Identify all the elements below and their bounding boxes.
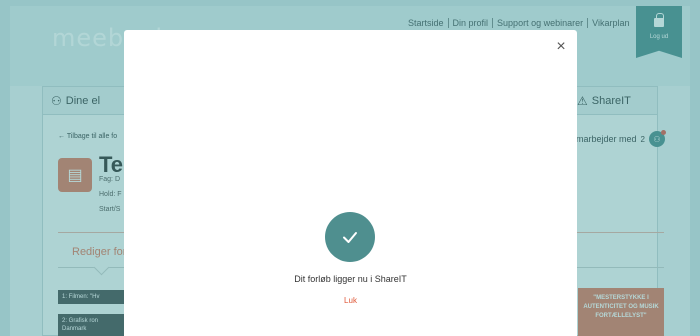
modal-message: Dit forløb ligger nu i ShareIT (294, 274, 407, 284)
close-icon[interactable]: × (553, 39, 569, 55)
close-link[interactable]: Luk (124, 296, 577, 305)
success-modal: × Dit forløb ligger nu i ShareIT Luk (124, 30, 577, 336)
checkmark-icon (325, 212, 375, 262)
